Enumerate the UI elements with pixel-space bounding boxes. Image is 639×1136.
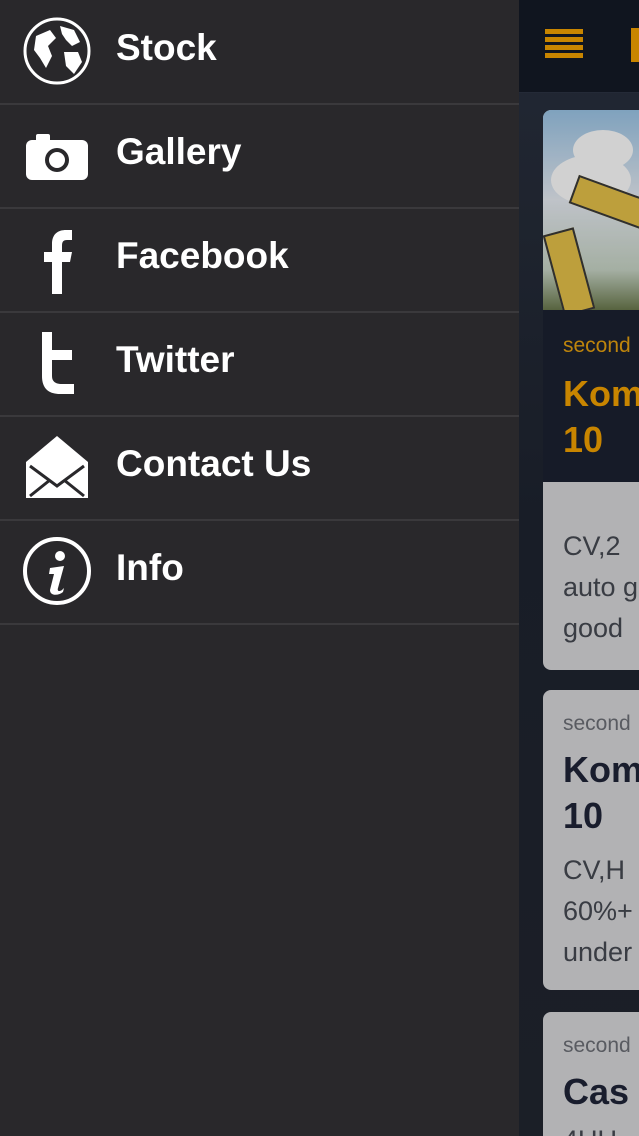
globe-icon: [22, 16, 92, 86]
info-icon: [22, 536, 92, 606]
stock-card[interactable]: second Kom 10 CV,2 auto g good: [543, 110, 639, 670]
card-description: auto g: [563, 572, 639, 602]
drawer-item-label: Contact Us: [116, 443, 312, 484]
card-title-line2: 10: [563, 795, 604, 836]
stock-card[interactable]: second Cas 4UU: [543, 1012, 639, 1136]
nav-drawer: Stock Gallery Facebook Twitter Contact U…: [0, 0, 519, 1136]
drawer-item-gallery[interactable]: Gallery: [0, 104, 519, 209]
top-bar: [519, 0, 639, 93]
card-overlay: second Kom 10: [543, 310, 639, 482]
card-title-line2: 10: [563, 419, 604, 460]
card-description: 60%+: [563, 896, 633, 926]
drawer-item-label: Twitter: [116, 339, 235, 380]
card-description: under: [563, 937, 633, 967]
envelope-icon: [22, 432, 92, 502]
camera-icon: [22, 120, 92, 190]
drawer-item-label: Gallery: [116, 131, 242, 172]
drawer-item-info[interactable]: Info: [0, 520, 519, 625]
stock-card[interactable]: second Kom 10 CV,H 60%+ under: [543, 690, 639, 990]
app-logo: [631, 28, 639, 62]
card-title: Kom: [563, 373, 639, 414]
drawer-item-facebook[interactable]: Facebook: [0, 208, 519, 313]
drawer-item-twitter[interactable]: Twitter: [0, 312, 519, 417]
drawer-item-contact-us[interactable]: Contact Us: [0, 416, 519, 521]
card-description: CV,2: [563, 531, 621, 561]
hamburger-menu-icon[interactable]: [545, 29, 583, 65]
drawer-item-label: Info: [116, 547, 184, 588]
card-category: second: [563, 712, 631, 735]
main-content: second Kom 10 CV,2 auto g good second Ko…: [519, 0, 639, 1136]
facebook-icon: [22, 224, 92, 294]
card-description: good: [563, 613, 624, 643]
card-category: second: [563, 1034, 631, 1057]
card-description: 4UU: [563, 1120, 617, 1136]
card-category: second: [563, 334, 631, 357]
drawer-item-label: Stock: [116, 27, 217, 68]
card-description: CV,H: [563, 855, 626, 885]
drawer-item-label: Facebook: [116, 235, 289, 276]
twitter-icon: [22, 328, 92, 398]
excavator-photo: [543, 110, 639, 317]
card-title: Cas: [563, 1071, 630, 1112]
card-title: Kom: [563, 749, 639, 790]
drawer-item-stock[interactable]: Stock: [0, 0, 519, 105]
